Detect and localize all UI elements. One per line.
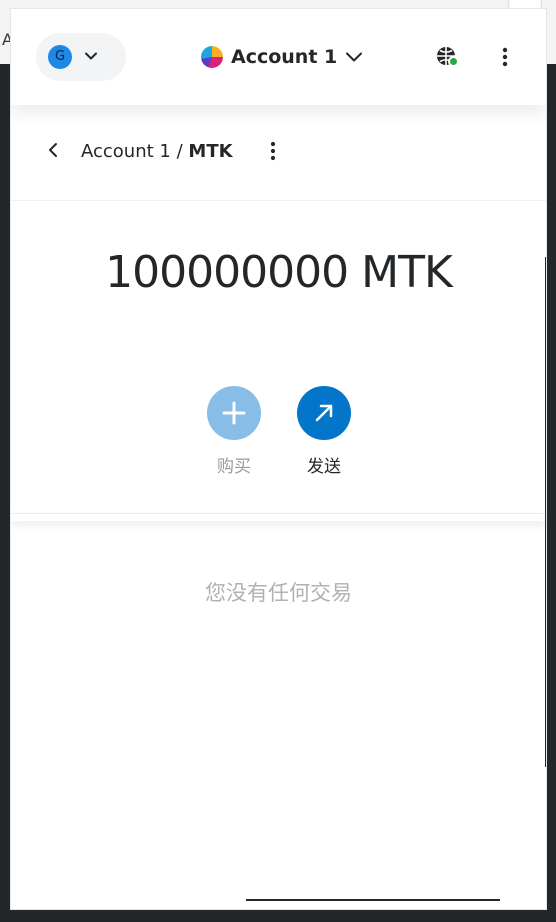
connected-sites-button[interactable]: [435, 45, 459, 69]
buy-label: 购买: [217, 457, 251, 477]
send-button[interactable]: 发送: [289, 386, 359, 477]
window-edge-line: [246, 899, 500, 901]
breadcrumb-separator: /: [176, 141, 183, 162]
kebab-menu-icon[interactable]: [263, 140, 283, 162]
app-header: G Account 1: [11, 9, 546, 105]
scrollbar[interactable]: [545, 257, 546, 767]
plus-icon: [222, 401, 246, 425]
balance-symbol: MTK: [361, 247, 453, 298]
kebab-menu-icon[interactable]: [495, 45, 515, 69]
buy-button[interactable]: 购买: [199, 386, 269, 477]
section-divider: [11, 513, 546, 521]
breadcrumb[interactable]: Account 1 / MTK: [81, 141, 233, 162]
balance-amount: 100000000: [105, 247, 349, 298]
send-button-circle[interactable]: [297, 386, 351, 440]
network-avatar: G: [48, 45, 72, 69]
breadcrumb-account: Account 1: [81, 141, 171, 162]
asset-navigation: Account 1 / MTK: [11, 105, 546, 201]
empty-transactions-message: 您没有任何交易: [205, 581, 352, 605]
arrow-up-right-icon: [315, 404, 333, 422]
buy-button-circle[interactable]: [207, 386, 261, 440]
chevron-down-icon: [346, 52, 363, 62]
back-chevron-icon[interactable]: [45, 141, 61, 159]
account-name: Account 1: [231, 46, 338, 68]
wallet-popup: G Account 1 Account 1 / MTK 100000000 MT…: [10, 8, 547, 910]
account-avatar: [201, 46, 223, 68]
breadcrumb-token: MTK: [188, 141, 233, 162]
chevron-down-icon: [85, 52, 97, 60]
network-selector[interactable]: G: [36, 33, 126, 81]
account-picker[interactable]: Account 1: [201, 43, 363, 71]
token-balance: 100000000 MTK: [11, 247, 546, 298]
connection-status-dot: [448, 56, 459, 67]
send-label: 发送: [307, 457, 341, 477]
